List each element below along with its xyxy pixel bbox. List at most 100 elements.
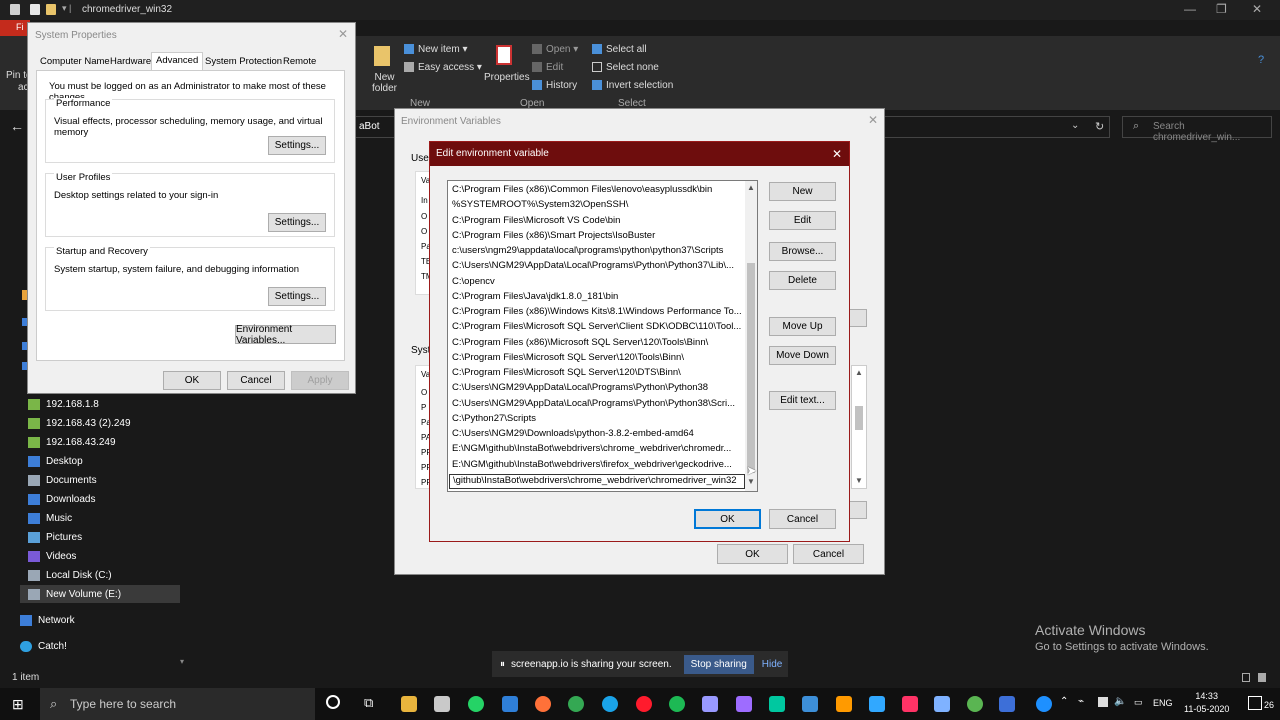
taskbar-search-box[interactable]: ⌕ Type here to search bbox=[40, 688, 315, 720]
path-entry[interactable]: C:\Users\NGM29\Downloads\python-3.8.2-em… bbox=[452, 428, 694, 443]
nav-item-documents[interactable]: Documents bbox=[28, 471, 97, 489]
history-button[interactable]: History bbox=[546, 80, 577, 91]
adobe-indesign-icon[interactable] bbox=[902, 696, 918, 712]
path-entry[interactable]: E:\NGM\github\InstaBot\webdrivers\chrome… bbox=[452, 443, 731, 458]
clock[interactable]: 14:33 11-05-2020 bbox=[1184, 690, 1229, 716]
firefox-icon[interactable] bbox=[535, 696, 551, 712]
path-entry[interactable]: C:\Users\NGM29\AppData\Local\Programs\Py… bbox=[452, 382, 708, 397]
new-item-button[interactable]: New item ▾ bbox=[418, 44, 467, 55]
opera-icon[interactable] bbox=[636, 696, 652, 712]
search-input[interactable]: ⌕ Search chromedriver_win... bbox=[1122, 116, 1272, 143]
battery-icon[interactable]: ▭ bbox=[1134, 697, 1143, 708]
properties-quick-icon[interactable] bbox=[30, 4, 40, 15]
nav-scroll-down-icon[interactable]: ▾ bbox=[180, 657, 184, 666]
chrome-icon[interactable] bbox=[568, 696, 584, 712]
nav-item-catch[interactable]: Catch! bbox=[20, 637, 67, 655]
address-dropdown-icon[interactable]: ⌄ bbox=[1071, 120, 1079, 131]
folder-quick-icon[interactable] bbox=[46, 4, 56, 15]
move-up-button[interactable]: Move Up bbox=[769, 317, 836, 336]
tab-advanced[interactable]: Advanced bbox=[151, 52, 204, 71]
stop-sharing-button[interactable]: Stop sharing bbox=[683, 654, 754, 674]
tab-computer-name[interactable]: Computer Name bbox=[36, 54, 114, 70]
system-list-scrollbar[interactable]: ▲ ▼ bbox=[851, 365, 867, 489]
performance-settings-button[interactable]: Settings... bbox=[268, 136, 326, 155]
close-icon[interactable]: ✕ bbox=[832, 147, 842, 161]
nav-item-network-drive-3[interactable]: 192.168.43.249 bbox=[28, 433, 116, 451]
language-indicator[interactable]: ENG bbox=[1153, 698, 1173, 708]
new-folder-button[interactable]: New folder bbox=[372, 72, 397, 94]
maximize-icon[interactable]: ❐ bbox=[1216, 2, 1227, 16]
close-icon[interactable]: ✕ bbox=[338, 27, 348, 41]
nav-item-new-volume[interactable]: New Volume (E:) bbox=[20, 585, 180, 603]
close-icon[interactable]: ✕ bbox=[868, 113, 878, 127]
cancel-button[interactable]: Cancel bbox=[769, 509, 836, 529]
taskbar-app-icon[interactable] bbox=[434, 696, 450, 712]
notifications-icon[interactable] bbox=[1248, 696, 1262, 710]
windows-start-icon[interactable]: ⊞ bbox=[12, 696, 24, 713]
taskbar-app-icon[interactable] bbox=[967, 696, 983, 712]
list-scrollbar[interactable]: ▲ ▼ bbox=[745, 181, 757, 491]
user-delete-button-fragment[interactable] bbox=[849, 309, 867, 327]
select-none-button[interactable]: Select none bbox=[606, 62, 659, 73]
nav-item-network-drive-1[interactable]: 192.168.1.8 bbox=[28, 395, 99, 413]
path-entry[interactable]: C:\Program Files\Microsoft SQL Server\Cl… bbox=[452, 321, 741, 336]
nav-item-desktop[interactable]: Desktop bbox=[28, 452, 83, 470]
nav-item-pictures[interactable]: Pictures bbox=[28, 528, 82, 546]
browse-button[interactable]: Browse... bbox=[769, 242, 836, 261]
scroll-thumb[interactable] bbox=[747, 263, 755, 473]
adobe-audition-icon[interactable] bbox=[769, 696, 785, 712]
adobe-photoshop-icon[interactable] bbox=[869, 696, 885, 712]
nav-item-network[interactable]: Network bbox=[20, 611, 75, 629]
back-arrow-icon[interactable]: ← bbox=[10, 118, 24, 134]
file-tab[interactable]: Fi bbox=[0, 20, 30, 36]
easy-access-button[interactable]: Easy access ▾ bbox=[418, 62, 482, 73]
path-entry[interactable]: E:\NGM\github\InstaBot\webdrivers\firefo… bbox=[452, 459, 732, 474]
path-entry[interactable]: %SYSTEMROOT%\System32\OpenSSH\ bbox=[452, 199, 628, 214]
path-entry[interactable]: C:\Program Files (x86)\Microsoft SQL Ser… bbox=[452, 337, 708, 352]
path-entry[interactable]: C:\Program Files (x86)\Smart Projects\Is… bbox=[452, 230, 655, 245]
select-all-button[interactable]: Select all bbox=[606, 44, 647, 55]
minimize-icon[interactable]: — bbox=[1184, 2, 1196, 16]
scroll-up-icon[interactable]: ▲ bbox=[855, 368, 863, 377]
user-profiles-settings-button[interactable]: Settings... bbox=[268, 213, 326, 232]
path-entry[interactable]: C:\opencv bbox=[452, 276, 495, 291]
invert-selection-button[interactable]: Invert selection bbox=[606, 80, 673, 91]
help-tray-icon[interactable] bbox=[1036, 696, 1052, 712]
path-entry[interactable]: C:\Program Files\Microsoft SQL Server\12… bbox=[452, 367, 681, 382]
cortana-icon[interactable] bbox=[326, 695, 340, 709]
taskbar-app-icon[interactable] bbox=[502, 696, 518, 712]
details-view-icon[interactable] bbox=[1242, 673, 1250, 682]
open-button[interactable]: Open ▾ bbox=[546, 44, 578, 55]
edit-ribbon-button[interactable]: Edit bbox=[546, 62, 563, 73]
network-tray-icon[interactable]: ⌁ bbox=[1078, 696, 1084, 707]
path-entry[interactable]: C:\Users\NGM29\AppData\Local\Programs\Py… bbox=[452, 260, 734, 275]
new-button[interactable]: New bbox=[769, 182, 836, 201]
ok-button[interactable]: OK bbox=[694, 509, 761, 529]
edit-text-button[interactable]: Edit text... bbox=[769, 391, 836, 410]
path-entry[interactable]: C:\Program Files\Microsoft VS Code\bin bbox=[452, 215, 620, 230]
nav-item-local-disk[interactable]: Local Disk (C:) bbox=[28, 566, 112, 584]
close-icon[interactable]: ✕ bbox=[1252, 2, 1262, 16]
nav-item-downloads[interactable]: Downloads bbox=[28, 490, 95, 508]
whatsapp-icon[interactable] bbox=[468, 696, 484, 712]
edge-icon[interactable] bbox=[602, 696, 618, 712]
system-properties-taskbar-icon[interactable] bbox=[999, 696, 1015, 712]
apply-button[interactable]: Apply bbox=[291, 371, 349, 390]
move-down-button[interactable]: Move Down bbox=[769, 346, 836, 365]
scroll-up-icon[interactable]: ▲ bbox=[747, 183, 755, 192]
file-explorer-taskbar-icon[interactable] bbox=[401, 696, 417, 712]
large-icons-view-icon[interactable] bbox=[1258, 673, 1266, 682]
nav-item-music[interactable]: Music bbox=[28, 509, 72, 527]
adobe-premiere-icon[interactable] bbox=[736, 696, 752, 712]
ok-button[interactable]: OK bbox=[717, 544, 788, 564]
adobe-after-effects-icon[interactable] bbox=[702, 696, 718, 712]
volume-icon[interactable]: 🔈 bbox=[1114, 696, 1126, 707]
edit-button[interactable]: Edit bbox=[769, 211, 836, 230]
ok-button[interactable]: OK bbox=[163, 371, 221, 390]
cancel-button[interactable]: Cancel bbox=[793, 544, 864, 564]
refresh-icon[interactable]: ↻ bbox=[1095, 120, 1104, 133]
task-view-icon[interactable]: ⧉ bbox=[364, 695, 373, 711]
path-entry[interactable]: C:\Program Files\Java\jdk1.8.0_181\bin bbox=[452, 291, 618, 306]
startup-settings-button[interactable]: Settings... bbox=[268, 287, 326, 306]
quick-access-chevron-icon[interactable]: ▾ | bbox=[62, 3, 71, 14]
